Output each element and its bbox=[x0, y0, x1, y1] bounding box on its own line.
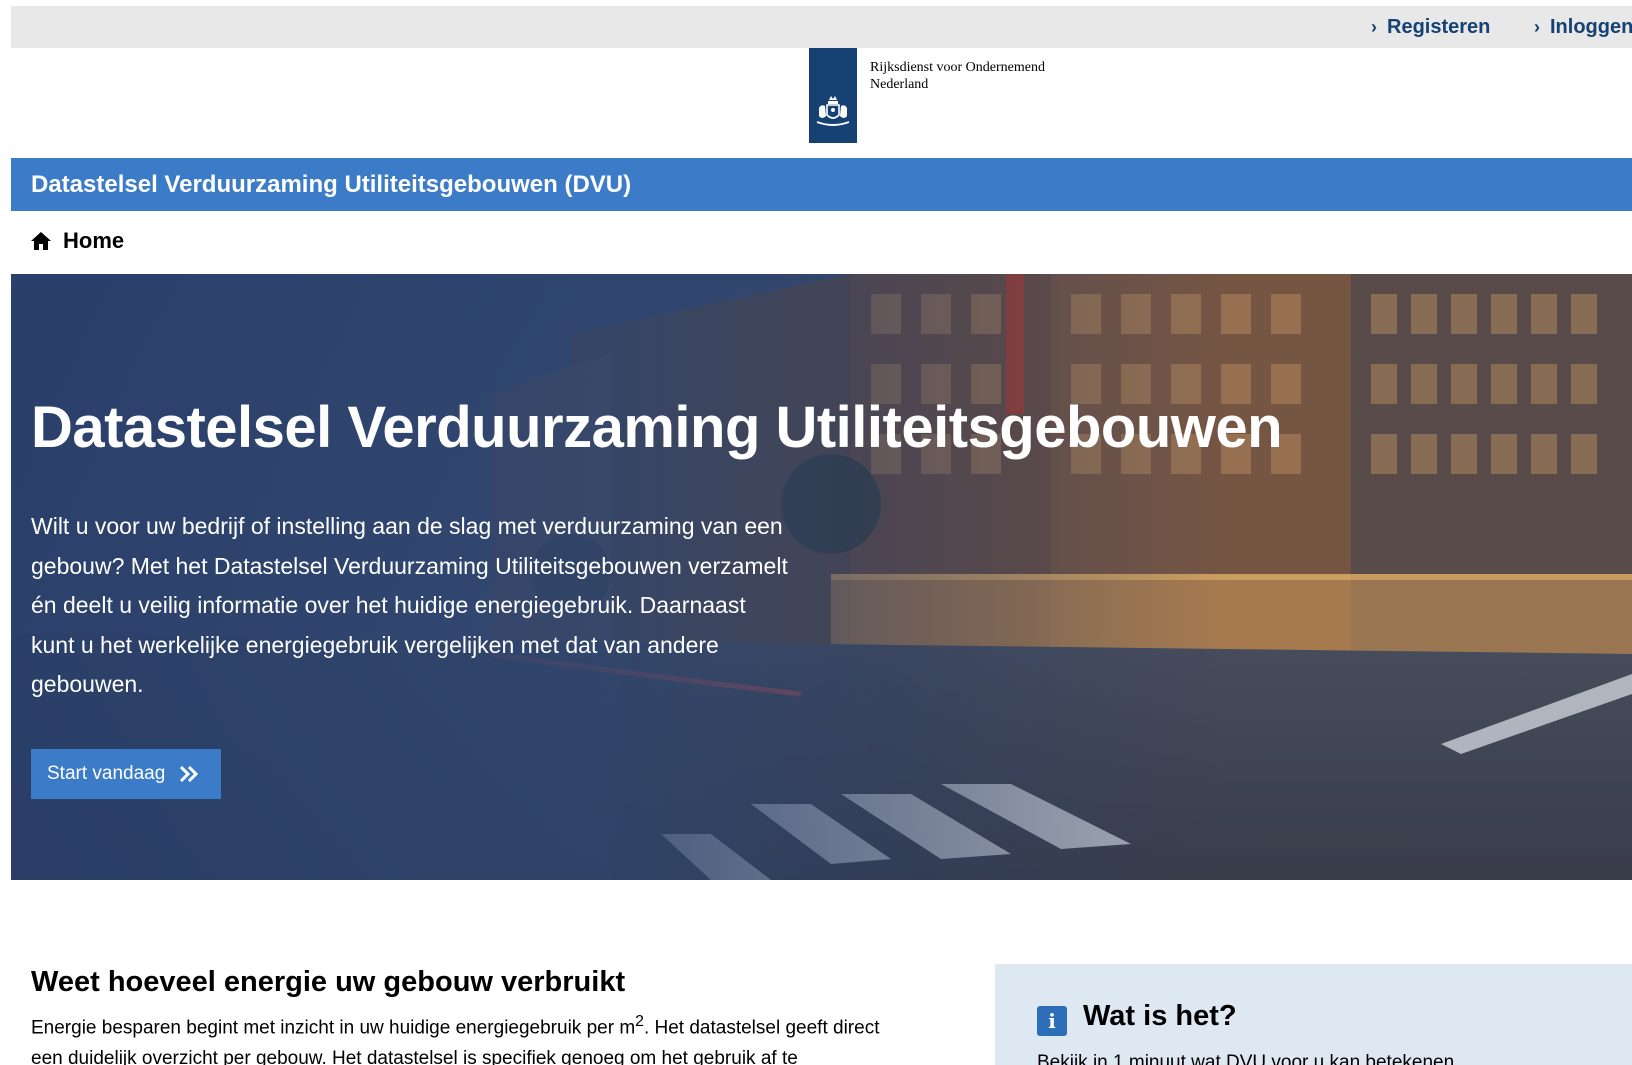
hero-title: Datastelsel Verduurzaming Utiliteitsgebo… bbox=[31, 395, 1283, 460]
utility-bar: › Registeren › Inloggen bbox=[11, 6, 1632, 48]
chevron-right-icon: › bbox=[1534, 16, 1540, 37]
login-label: Inloggen bbox=[1550, 15, 1632, 38]
site-logo[interactable]: Rijksdienst voor Ondernemend Nederland bbox=[809, 48, 1070, 143]
hero-text: Wilt u voor uw bedrijf of instelling aan… bbox=[31, 513, 788, 697]
organisation-name: Rijksdienst voor Ondernemend Nederland bbox=[870, 60, 1045, 92]
info-icon: i bbox=[1037, 1006, 1067, 1036]
section-text: Energie besparen begint met inzicht in u… bbox=[31, 1006, 891, 1065]
info-text: Bekijk in 1 minuut wat DVU voor u kan be… bbox=[1037, 1052, 1460, 1065]
info-title: Wat is het? bbox=[1083, 1000, 1237, 1032]
home-icon bbox=[31, 232, 51, 250]
page: › Registeren › Inloggen Rijksdienst voor… bbox=[11, 6, 1632, 1065]
coat-of-arms-icon bbox=[809, 48, 857, 143]
site-title: Datastelsel Verduurzaming Utiliteitsgebo… bbox=[31, 170, 632, 198]
register-label: Registeren bbox=[1387, 15, 1491, 38]
chevron-right-icon: › bbox=[1371, 16, 1377, 37]
section-text-part-1: Energie besparen begint met inzicht in u… bbox=[31, 1017, 636, 1039]
section-text-sup: 2 bbox=[635, 1013, 644, 1030]
double-chevron-right-icon bbox=[180, 765, 199, 783]
info-panel: i Wat is het? Bekijk in 1 minuut wat DVU… bbox=[995, 964, 1632, 1065]
breadcrumb-home[interactable]: Home bbox=[31, 228, 124, 254]
breadcrumb-home-label: Home bbox=[63, 228, 125, 253]
start-today-button[interactable]: Start vandaag bbox=[31, 749, 221, 799]
site-title-bar: Datastelsel Verduurzaming Utiliteitsgebo… bbox=[11, 158, 1632, 211]
section-heading: Weet hoeveel energie uw gebouw verbruikt bbox=[31, 966, 626, 998]
start-today-label: Start vandaag bbox=[47, 763, 166, 784]
hero-banner: Datastelsel Verduurzaming Utiliteitsgebo… bbox=[11, 274, 1632, 880]
login-link[interactable]: › Inloggen bbox=[1534, 15, 1632, 39]
register-link[interactable]: › Registeren bbox=[1371, 15, 1490, 39]
